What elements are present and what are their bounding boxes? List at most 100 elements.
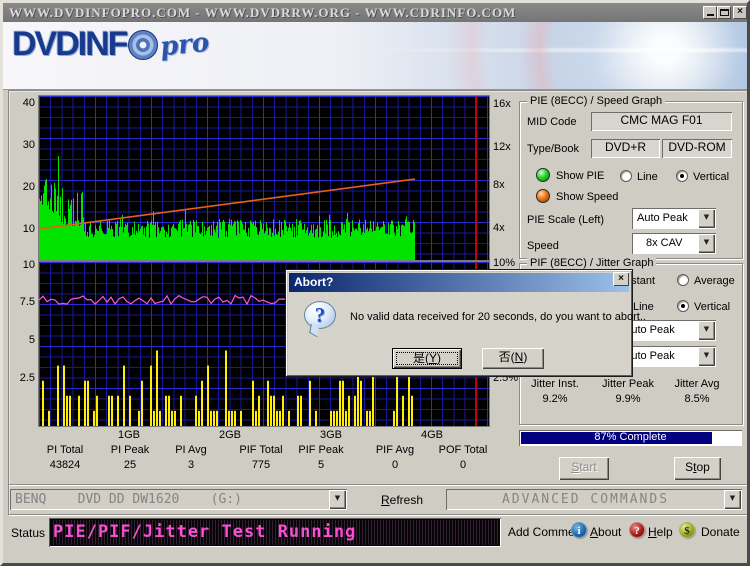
stat-pof-total-label: POF Total (438, 444, 488, 456)
advanced-commands-selector[interactable]: ADVANCED COMMANDS ▼ (446, 489, 742, 510)
help-link[interactable]: Help (648, 525, 673, 539)
drive-name: BENQ DVD DD DW1620 (G:) (15, 492, 242, 507)
mid-code-label: MID Code (527, 116, 577, 128)
close-icon: × (618, 273, 624, 284)
refresh-link[interactable]: Refresh (381, 493, 423, 507)
jitter-ytick-10pct: 10% (493, 257, 516, 269)
pie-vertical-label: Vertical (693, 171, 730, 183)
help-icon[interactable]: ? (629, 522, 645, 538)
book-type-field: DVD-ROM (662, 139, 732, 158)
jitter-vertical-radio[interactable] (677, 300, 689, 312)
xtick-2gb: 2GB (218, 429, 241, 441)
drive-selector[interactable]: BENQ DVD DD DW1620 (G:) ▼ (10, 489, 347, 510)
pie-ytick-20: 20 (22, 181, 35, 193)
yes-button[interactable]: 是(Y) (392, 348, 462, 369)
jitter-inst-value: 9.2% (542, 393, 568, 405)
disc-end-marker (475, 96, 477, 260)
pif-average-label: Average (694, 275, 735, 287)
donate-link[interactable]: Donate (701, 525, 740, 539)
stat-pif-peak-value: 5 (317, 459, 325, 471)
show-speed-led[interactable] (536, 189, 550, 203)
window-titlebar[interactable]: WWW.DVDINFOPRO.COM - WWW.DVDRRW.ORG - WW… (3, 3, 747, 22)
about-link[interactable]: About (590, 525, 621, 539)
divider (9, 514, 747, 516)
pie-graph-canvas (39, 96, 477, 260)
chevron-down-icon[interactable]: ▼ (698, 321, 715, 340)
pie-scale-value: Auto Peak (637, 212, 688, 224)
speed-dropdown[interactable]: 8x CAV ▼ (632, 233, 716, 254)
pie-bars-series (39, 156, 415, 260)
progress-text: 87% Complete (594, 431, 667, 443)
stat-pof-total-value: 0 (459, 459, 467, 471)
status-led-display: PIE/PIF/Jitter Test Running (49, 518, 501, 547)
xtick-3gb: 3GB (319, 429, 342, 441)
speed-line-series (39, 178, 416, 230)
maximize-button[interactable] (717, 6, 731, 19)
chevron-down-icon[interactable]: ▼ (698, 209, 715, 228)
abort-dialog-titlebar[interactable]: Abort? (289, 273, 629, 292)
pif-average-radio[interactable] (677, 274, 689, 286)
pif-scale-dropdown[interactable]: Auto Peak ▼ (619, 320, 716, 341)
pie-ytick-40: 40 (22, 97, 35, 109)
app-logo: DVDINF pro (12, 25, 211, 64)
abort-dialog-message: No valid data received for 20 seconds, d… (350, 311, 646, 323)
status-label: Status (11, 526, 46, 540)
jitter-scale-dropdown[interactable]: Auto Peak ▼ (619, 346, 716, 367)
pie-scale-dropdown[interactable]: Auto Peak ▼ (632, 208, 716, 229)
stat-pi-avg-label: PI Avg (175, 444, 207, 456)
abort-dialog-close-button[interactable]: × (613, 272, 629, 286)
start-button[interactable]: Start (559, 457, 609, 480)
speed-ytick-16x: 16x (493, 98, 511, 110)
stat-pif-peak-label: PIF Peak (298, 444, 344, 456)
speed-label: Speed (527, 240, 559, 252)
divider (9, 484, 747, 486)
stat-pi-avg-value: 3 (187, 459, 195, 471)
maximize-icon (720, 9, 729, 16)
pie-vertical-radio[interactable] (676, 170, 688, 182)
chevron-down-icon[interactable]: ▼ (329, 490, 346, 509)
speed-value: 8x CAV (646, 237, 683, 249)
close-button[interactable]: × (733, 6, 747, 19)
pie-speed-group-title: PIE (8ECC) / Speed Graph (527, 95, 666, 107)
speed-ytick-12x: 12x (493, 141, 511, 153)
stat-pi-total-label: PI Total (46, 444, 84, 456)
pif-ytick-10: 10 (22, 259, 35, 271)
jitter-peak-value: 9.9% (615, 393, 641, 405)
pie-speed-graph (38, 95, 490, 261)
jitter-peak-label: Jitter Peak (602, 378, 654, 390)
stat-pif-avg-label: PIF Avg (375, 444, 415, 456)
stat-pi-total-value: 43824 (49, 459, 81, 471)
xtick-1gb: 1GB (117, 429, 140, 441)
stat-pi-peak-label: PI Peak (110, 444, 150, 456)
stop-button[interactable]: Stop (674, 457, 721, 480)
xtick-4gb: 4GB (420, 429, 443, 441)
info-icon[interactable]: i (571, 522, 587, 538)
minimize-icon (707, 14, 714, 16)
header-banner: DVDINF pro (3, 22, 747, 90)
show-pie-led[interactable] (536, 168, 550, 182)
pif-ytick-2-5: 2.5 (19, 372, 35, 384)
logo-text: DVDINF (12, 25, 129, 63)
disc-icon (127, 29, 158, 60)
close-icon: × (737, 6, 743, 17)
pie-line-radio[interactable] (620, 170, 632, 182)
status-led-text: PIE/PIF/Jitter Test Running (53, 522, 357, 542)
question-icon: ? (304, 301, 336, 329)
chevron-down-icon[interactable]: ▼ (698, 347, 715, 366)
mid-code-field: CMC MAG F01 (591, 112, 732, 131)
advanced-commands-label: ADVANCED COMMANDS (501, 492, 670, 507)
speed-ytick-4x: 4x (493, 222, 505, 234)
show-speed-label: Show Speed (556, 191, 619, 203)
no-button[interactable]: 否(N) (482, 348, 544, 369)
abort-dialog: Abort? × ? No valid data received for 20… (285, 269, 646, 377)
speed-ytick-8x: 8x (493, 179, 505, 191)
progress-bar: 87% Complete (519, 430, 742, 446)
jitter-inst-label: Jitter Inst. (531, 378, 579, 390)
jitter-avg-value: 8.5% (684, 393, 710, 405)
pif-jitter-group-title: PIF (8ECC) / Jitter Graph (527, 257, 657, 269)
chevron-down-icon[interactable]: ▼ (724, 490, 741, 509)
logo-suffix: pro (158, 27, 211, 62)
dollar-icon[interactable]: $ (679, 522, 695, 538)
chevron-down-icon[interactable]: ▼ (698, 234, 715, 253)
minimize-button[interactable] (703, 6, 717, 19)
